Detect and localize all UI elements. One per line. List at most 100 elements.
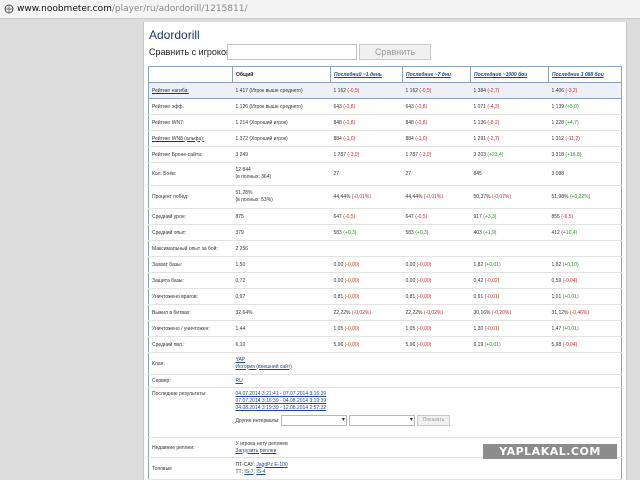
stats-extra-body: Клан: YAP История (внешний сайт) Сервер:…	[148, 352, 622, 480]
stats-row: Рейтинг нагиба: 1 417 (Игрок выше среднег…	[148, 82, 622, 99]
stat-delta: (-0,04)	[562, 341, 578, 348]
stat-value: 1 071	[473, 103, 488, 110]
stat-value: 647	[333, 213, 344, 220]
stats-cell: 5,96 (-0,00)	[402, 336, 471, 353]
stat-value: 0,00	[405, 261, 417, 268]
stats-cell: 1,30 (-0,01)	[470, 320, 549, 337]
stat-value: 1 162	[405, 87, 420, 94]
other-intervals-label: Другие интервалы:	[235, 417, 280, 424]
stat-delta: (+0,01)	[484, 261, 501, 268]
stats-cell: 0,81 (-0,00)	[402, 288, 471, 305]
stat-delta: (+0,01)	[484, 341, 501, 348]
replays-label: Недавние реплеи:	[148, 437, 233, 458]
stats-cell: 583 (+0,3)	[330, 224, 403, 241]
stat-subnote: (в полных: 364)	[235, 174, 272, 180]
stat-delta: (+16,8)	[565, 151, 582, 158]
stats-cell: 3 318 (+16,8)	[548, 146, 622, 163]
tops-ht-link-2[interactable]: IS-4	[256, 469, 265, 475]
globe-icon	[4, 4, 14, 14]
stats-row: Кол. Боёв: 12 844 (в полных: 364) 27 27 845 3 …	[148, 162, 622, 186]
stat-value: 30,16%	[473, 309, 492, 316]
interval-to-select[interactable]	[348, 415, 415, 426]
show-intervals-button[interactable]: Показать	[416, 415, 451, 426]
stat-value: 1 228	[551, 119, 566, 126]
stat-value: 5,98	[551, 341, 563, 348]
stat-value: 0,81	[333, 293, 345, 300]
stats-cell: 6,19 (+0,01)	[470, 336, 549, 353]
stat-value: 0,59	[551, 277, 563, 284]
col-last-7-days[interactable]: Последние ~7 дни	[402, 66, 471, 83]
server-link[interactable]: RU	[236, 378, 243, 384]
clan-tag-link[interactable]: YAP	[236, 357, 619, 364]
stats-row: Уничтожено / уничтожен: 1,44 1,05 (-0,00) 1…	[148, 320, 622, 337]
stat-delta: (-0,00)	[344, 341, 360, 348]
stat-value: 643	[333, 103, 344, 110]
stat-delta: (-0,01%)	[423, 194, 444, 200]
stats-row-label[interactable]: Рейтинг WN8 (альфа):	[148, 130, 233, 147]
stat-value: 855	[551, 213, 562, 220]
stats-cell: 3 088	[548, 162, 622, 186]
stats-cell: 643 (-0,8)	[330, 98, 403, 115]
stats-cell: 0,81 (-0,00)	[330, 288, 403, 305]
compare-button[interactable]: Сравнить	[359, 44, 431, 60]
stats-cell: 0,00 (-0,00)	[402, 256, 471, 273]
stats-row-label: Выжил в битвах:	[148, 304, 233, 321]
stat-value: 583	[333, 229, 344, 236]
compare-player-input[interactable]	[227, 44, 357, 60]
stats-row-label: Захват базы:	[148, 256, 233, 273]
stats-row: Защита базы: 0,72 0,00 (-0,00) 0,00 (-0,00)…	[148, 272, 622, 289]
stat-delta: (+5,0)	[565, 103, 579, 110]
clan-history-link[interactable]: История (внешний сайт)	[236, 364, 619, 371]
stat-value: 1 136	[473, 119, 488, 126]
stats-cell: 1 228 (+4,7)	[548, 114, 622, 131]
col-last-day[interactable]: Последний ~1 день	[330, 66, 403, 83]
stats-cell: 884 (-1,0)	[402, 130, 471, 147]
stats-row: Максимальный опыт за бой: 2 256	[148, 240, 622, 257]
result-range-link-2[interactable]: 07.07.2014 3:16:39 - 04.08.2014 3:19:39	[236, 398, 619, 405]
stats-cell: 6,10	[232, 336, 331, 353]
stats-row-label: Кол. Боёв:	[148, 162, 233, 186]
stat-delta: (-0,5)	[415, 213, 428, 220]
stat-delta: (-2,7)	[487, 135, 500, 142]
stats-row: Захват базы: 1,50 0,00 (-0,00) 0,00 (-0,00)…	[148, 256, 622, 273]
stat-delta: (-0,00)	[344, 293, 360, 300]
stat-value: 379	[235, 229, 244, 236]
tops-td-link[interactable]: JagdPz E-100	[256, 462, 287, 468]
stats-row-label[interactable]: Рейтинг нагиба:	[148, 82, 233, 99]
col-last-3088-battles[interactable]: Последние 3 088 бои	[548, 66, 622, 83]
col-last-1000-battles[interactable]: Последние ~1000 бои	[470, 66, 549, 83]
stats-cell: 848 (-0,8)	[330, 114, 403, 131]
stats-cell: 848 (-0,8)	[402, 114, 471, 131]
stats-cell: 855 (-6,5)	[548, 208, 622, 225]
stats-cell: 2 256	[232, 240, 331, 257]
stats-cell	[402, 240, 471, 257]
stat-delta: (-0,02%)	[423, 309, 444, 316]
stat-delta: (-0,46%)	[569, 309, 590, 316]
result-range-link-1[interactable]: 04.07.2014 3:21:41 - 07.07.2014 3:16:39	[236, 391, 619, 398]
stat-delta: (-0,02%)	[351, 309, 372, 316]
stats-cell: 1 787 (-3,0)	[330, 146, 403, 163]
stats-row-label: Рейтинг Броне-сайта:	[148, 146, 233, 163]
stats-row-label: Защита базы:	[148, 272, 233, 289]
stats-cell: 32,64%	[232, 304, 331, 321]
stat-delta: (-2,7)	[487, 87, 500, 94]
stats-cell: 875	[232, 208, 331, 225]
stat-delta: (+1,9)	[483, 229, 497, 236]
result-range-link-3[interactable]: 04.08.2014 3:19:39 - 12.08.2014 2:57:32	[236, 405, 619, 412]
stats-cell: 1,44	[232, 320, 331, 337]
tops-ht-link-1[interactable]: IS-7	[244, 469, 253, 475]
stats-cell: 403 (+1,9)	[470, 224, 549, 241]
stat-value: 1,44	[235, 325, 246, 332]
stat-delta: (-1,0)	[343, 135, 356, 142]
stat-delta: (-0,01%)	[351, 194, 372, 200]
stat-value: 583	[405, 229, 416, 236]
browser-url-bar[interactable]: www.noobmeter.com/player/ru/adordorill/1…	[0, 0, 640, 19]
stats-row-label: Уничтожено врагов:	[148, 288, 233, 305]
stat-value: 5,96	[405, 341, 417, 348]
stats-cell	[330, 240, 403, 257]
stat-value: 1 372 (Хороший игрок)	[235, 135, 288, 142]
stat-delta: (+4,7)	[565, 119, 579, 126]
interval-from-select[interactable]	[280, 415, 347, 426]
clan-label: Клан:	[148, 352, 233, 375]
stats-cell: 1,50	[232, 256, 331, 273]
